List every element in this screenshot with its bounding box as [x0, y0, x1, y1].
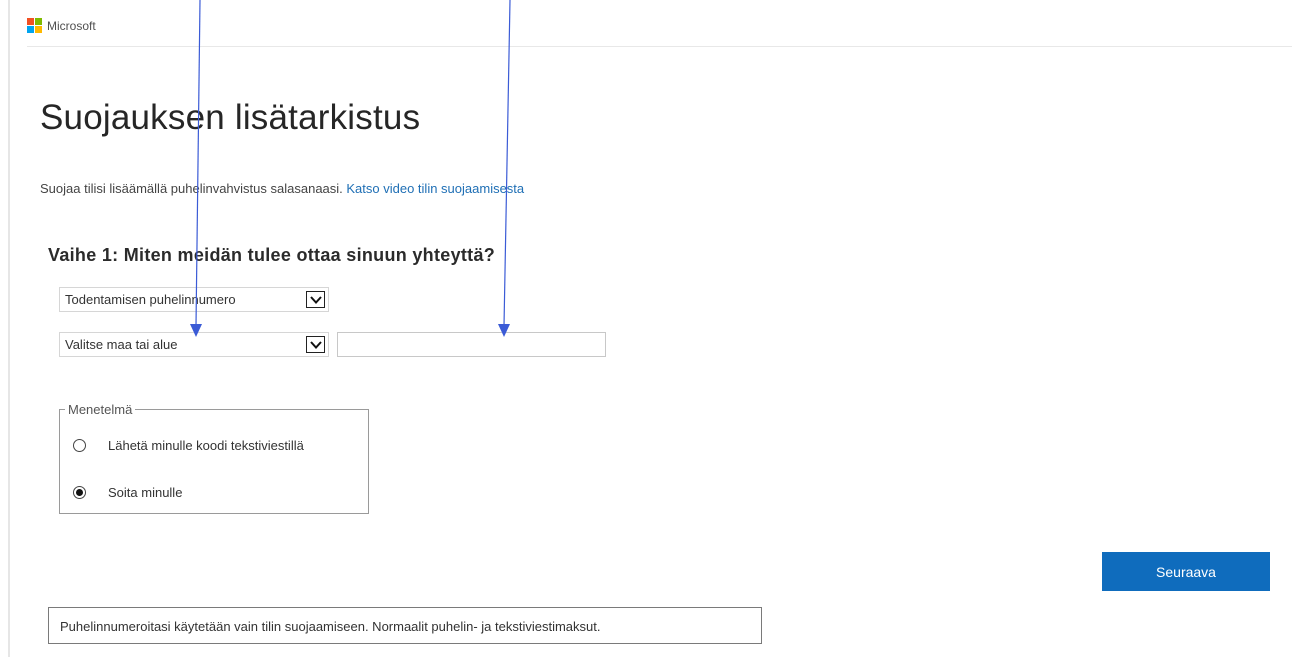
logo-square-green — [35, 18, 42, 25]
annotation-arrow-line-1 — [195, 0, 201, 327]
intro-description: Suojaa tilisi lisäämällä puhelinvahvistu… — [40, 181, 347, 196]
radio-icon[interactable] — [73, 439, 86, 452]
page-title: Suojauksen lisätarkistus — [40, 98, 421, 137]
method-legend: Menetelmä — [65, 402, 136, 417]
chevron-down-icon[interactable] — [306, 291, 325, 308]
logo-square-red — [27, 18, 34, 25]
radio-icon[interactable] — [73, 486, 86, 499]
contact-method-value: Todentamisen puhelinnumero — [65, 292, 236, 307]
logo-square-yellow — [35, 26, 42, 33]
notice-box: Puhelinnumeroitasi käytetään vain tilin … — [48, 607, 762, 644]
logo-square-blue — [27, 26, 34, 33]
country-value: Valitse maa tai alue — [65, 337, 178, 352]
next-button[interactable]: Seuraava — [1102, 552, 1270, 591]
header-divider — [27, 46, 1292, 47]
video-link[interactable]: Katso video tilin suojaamisesta — [346, 181, 524, 196]
intro-text: Suojaa tilisi lisäämällä puhelinvahvistu… — [40, 181, 524, 196]
radio-label: Lähetä minulle koodi tekstiviestillä — [108, 438, 304, 453]
left-border — [8, 0, 10, 657]
logo-text: Microsoft — [47, 19, 96, 33]
radio-text-message[interactable]: Lähetä minulle koodi tekstiviestillä — [73, 438, 304, 453]
chevron-down-icon[interactable] — [306, 336, 325, 353]
annotation-arrow-line-2 — [503, 0, 511, 327]
method-fieldset: Menetelmä Lähetä minulle koodi tekstivie… — [59, 402, 369, 514]
radio-label: Soita minulle — [108, 485, 183, 500]
header: Microsoft — [27, 18, 96, 34]
step-heading: Vaihe 1: Miten meidän tulee ottaa sinuun… — [48, 245, 496, 265]
contact-method-select[interactable]: Todentamisen puhelinnumero — [59, 287, 329, 312]
microsoft-logo-icon — [27, 18, 43, 34]
country-select[interactable]: Valitse maa tai alue — [59, 332, 329, 357]
phone-number-input[interactable] — [337, 332, 606, 357]
radio-call-me[interactable]: Soita minulle — [73, 485, 182, 500]
